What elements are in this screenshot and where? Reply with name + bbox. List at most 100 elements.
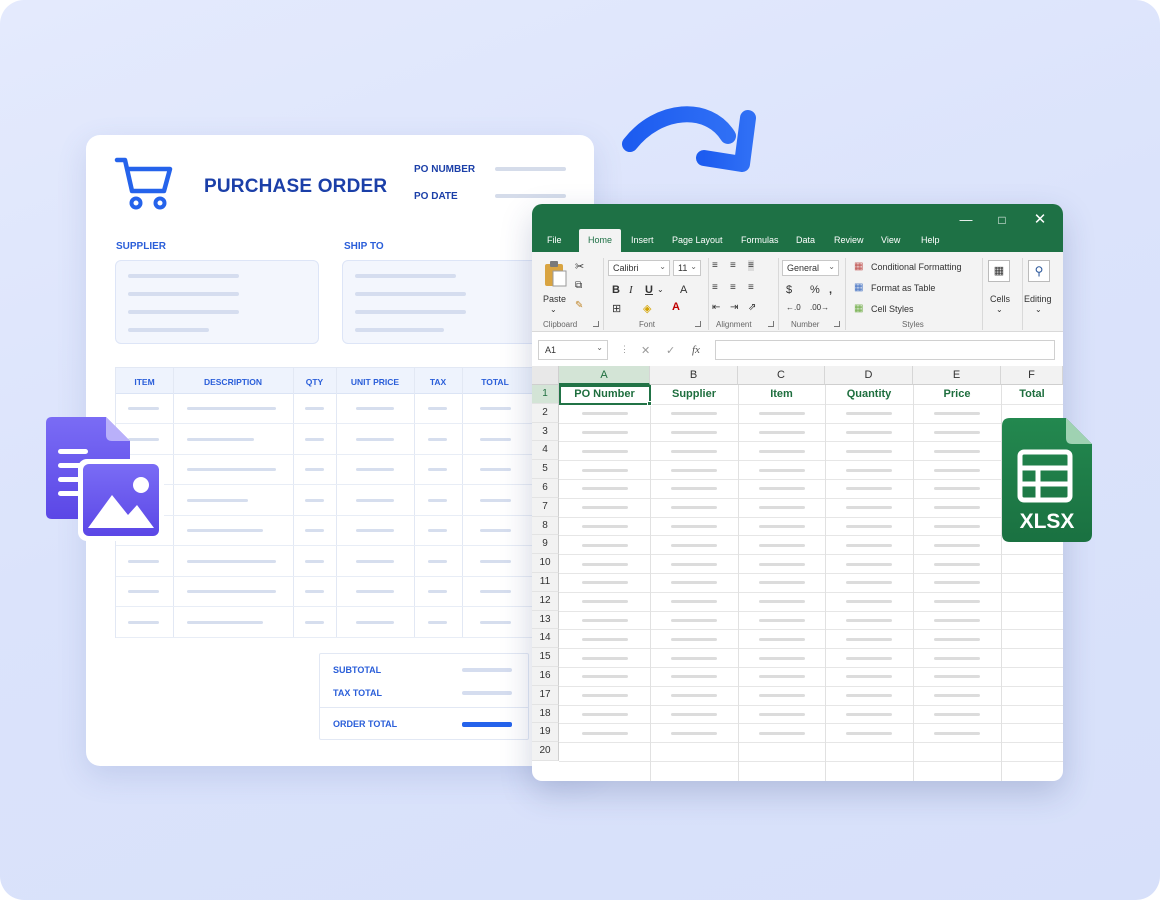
font-size-select[interactable]: 11 ⌄ xyxy=(673,260,701,276)
row-header[interactable]: 17 xyxy=(532,685,559,705)
increase-decimal-icon[interactable]: ←.0 xyxy=(786,303,801,312)
conditional-formatting-icon[interactable]: ▦ xyxy=(854,261,863,272)
editing-button[interactable]: Editing xyxy=(1024,294,1052,304)
bold-icon[interactable]: B xyxy=(612,284,620,296)
cell-placeholder xyxy=(671,487,717,491)
minimize-icon[interactable]: — xyxy=(954,210,978,230)
format-painter-icon[interactable]: ✎ xyxy=(575,300,583,311)
header-cell-supplier[interactable]: Supplier xyxy=(650,388,738,400)
tab-insert[interactable]: Insert xyxy=(631,235,654,245)
fill-color-icon[interactable]: ◈ xyxy=(643,302,651,315)
enter-formula-icon[interactable]: ✓ xyxy=(666,344,675,357)
tab-page-layout[interactable]: Page Layout xyxy=(672,235,723,245)
row-header[interactable]: 9 xyxy=(532,535,559,555)
underline-dropdown-icon[interactable]: ⌄ xyxy=(657,285,664,294)
align-top-icon[interactable]: ≡ xyxy=(712,260,718,271)
row-header[interactable]: 20 xyxy=(532,742,559,761)
paste-label[interactable]: Paste xyxy=(543,294,566,304)
row-header[interactable]: 8 xyxy=(532,516,559,536)
cells-button[interactable]: Cells xyxy=(990,294,1010,304)
formula-input[interactable] xyxy=(715,340,1055,360)
percent-icon[interactable]: % xyxy=(810,284,820,296)
tab-review[interactable]: Review xyxy=(834,235,864,245)
row-header[interactable]: 7 xyxy=(532,497,559,517)
cells-dropdown-icon[interactable]: ⌄ xyxy=(996,305,1003,314)
tab-data[interactable]: Data xyxy=(796,235,815,245)
paste-icon[interactable] xyxy=(542,260,568,288)
comma-style-icon[interactable]: , xyxy=(829,284,832,296)
row-header[interactable]: 3 xyxy=(532,422,559,442)
format-as-table-icon[interactable]: ▦ xyxy=(854,282,863,293)
cells-icon[interactable]: ▦ xyxy=(988,260,1010,282)
borders-icon[interactable]: ⊞ xyxy=(612,302,621,315)
align-middle-icon[interactable]: ≡ xyxy=(730,260,736,271)
row-header[interactable]: 1 xyxy=(532,385,559,404)
row-header[interactable]: 18 xyxy=(532,704,559,724)
copy-icon[interactable]: ⧉ xyxy=(575,280,582,291)
header-cell-quantity[interactable]: Quantity xyxy=(825,388,913,400)
currency-icon[interactable]: $ xyxy=(786,284,792,296)
order-total-value xyxy=(462,722,512,727)
header-cell-price[interactable]: Price xyxy=(913,388,1001,400)
orientation-icon[interactable]: ⇗ xyxy=(748,302,756,313)
cut-icon[interactable]: ✂ xyxy=(575,260,584,273)
header-cell-item[interactable]: Item xyxy=(738,388,825,400)
tab-formulas[interactable]: Formulas xyxy=(741,235,779,245)
select-all-corner[interactable] xyxy=(532,366,559,385)
paste-dropdown-icon[interactable]: ⌄ xyxy=(550,305,557,314)
row-header[interactable]: 2 xyxy=(532,403,559,423)
more-options-icon[interactable]: ⋮ xyxy=(620,344,629,355)
name-box[interactable]: A1 ⌄ xyxy=(538,340,608,360)
header-cell-total[interactable]: Total xyxy=(1001,388,1063,400)
tab-view[interactable]: View xyxy=(881,235,900,245)
align-left-icon[interactable]: ≡ xyxy=(712,282,718,293)
number-format-select[interactable]: General ⌄ xyxy=(782,260,839,276)
font-color-icon[interactable]: A xyxy=(672,301,680,313)
row-header[interactable]: 15 xyxy=(532,648,559,667)
tab-help[interactable]: Help xyxy=(921,235,940,245)
search-icon[interactable]: ⚲ xyxy=(1028,260,1050,282)
align-center-icon[interactable]: ≡ xyxy=(730,282,736,293)
increase-indent-icon[interactable]: ⇥ xyxy=(730,302,738,313)
column-header-f[interactable]: F xyxy=(1001,366,1063,385)
editing-dropdown-icon[interactable]: ⌄ xyxy=(1035,305,1042,314)
align-right-icon[interactable]: ≡ xyxy=(748,282,754,293)
font-name-select[interactable]: Calibri ⌄ xyxy=(608,260,670,276)
column-header-d[interactable]: D xyxy=(825,366,913,385)
decrease-decimal-icon[interactable]: .00→ xyxy=(810,303,829,312)
row-header[interactable]: 19 xyxy=(532,723,559,743)
row-header[interactable]: 5 xyxy=(532,460,559,479)
maximize-icon[interactable]: □ xyxy=(990,210,1014,230)
row-header[interactable]: 13 xyxy=(532,610,559,630)
row-header[interactable]: 14 xyxy=(532,629,559,649)
cell-styles-button[interactable]: Cell Styles xyxy=(871,304,914,314)
decrease-indent-icon[interactable]: ⇤ xyxy=(712,302,720,313)
format-as-table-button[interactable]: Format as Table xyxy=(871,283,935,293)
tab-home[interactable]: Home xyxy=(579,229,622,252)
conditional-formatting-button[interactable]: Conditional Formatting xyxy=(871,262,962,272)
fill-handle[interactable] xyxy=(647,400,652,406)
tab-file[interactable]: File xyxy=(547,235,562,245)
align-bottom-icon[interactable]: ≡ xyxy=(748,260,754,271)
row-header[interactable]: 10 xyxy=(532,554,559,573)
column-header-a[interactable]: A xyxy=(559,366,650,385)
italic-icon[interactable]: I xyxy=(629,284,633,296)
column-header-b[interactable]: B xyxy=(650,366,738,385)
active-cell-a1[interactable] xyxy=(559,385,651,405)
column-header-e[interactable]: E xyxy=(913,366,1001,385)
insert-function-icon[interactable]: fx xyxy=(692,344,700,356)
underline-icon[interactable]: U xyxy=(645,284,653,296)
cell-placeholder xyxy=(758,637,805,641)
cell-styles-icon[interactable]: ▦ xyxy=(854,303,863,314)
row-header[interactable]: 6 xyxy=(532,479,559,498)
increase-font-icon[interactable]: A xyxy=(680,284,687,296)
po-cell-placeholder xyxy=(356,498,394,502)
row-header[interactable]: 11 xyxy=(532,573,559,592)
cancel-formula-icon[interactable]: ✕ xyxy=(641,344,650,357)
row-header[interactable]: 4 xyxy=(532,441,559,461)
row-header[interactable]: 16 xyxy=(532,667,559,686)
row-header[interactable]: 12 xyxy=(532,591,559,611)
close-icon[interactable]: ✕ xyxy=(1028,210,1052,230)
cell-placeholder xyxy=(846,468,892,472)
column-header-c[interactable]: C xyxy=(738,366,825,385)
